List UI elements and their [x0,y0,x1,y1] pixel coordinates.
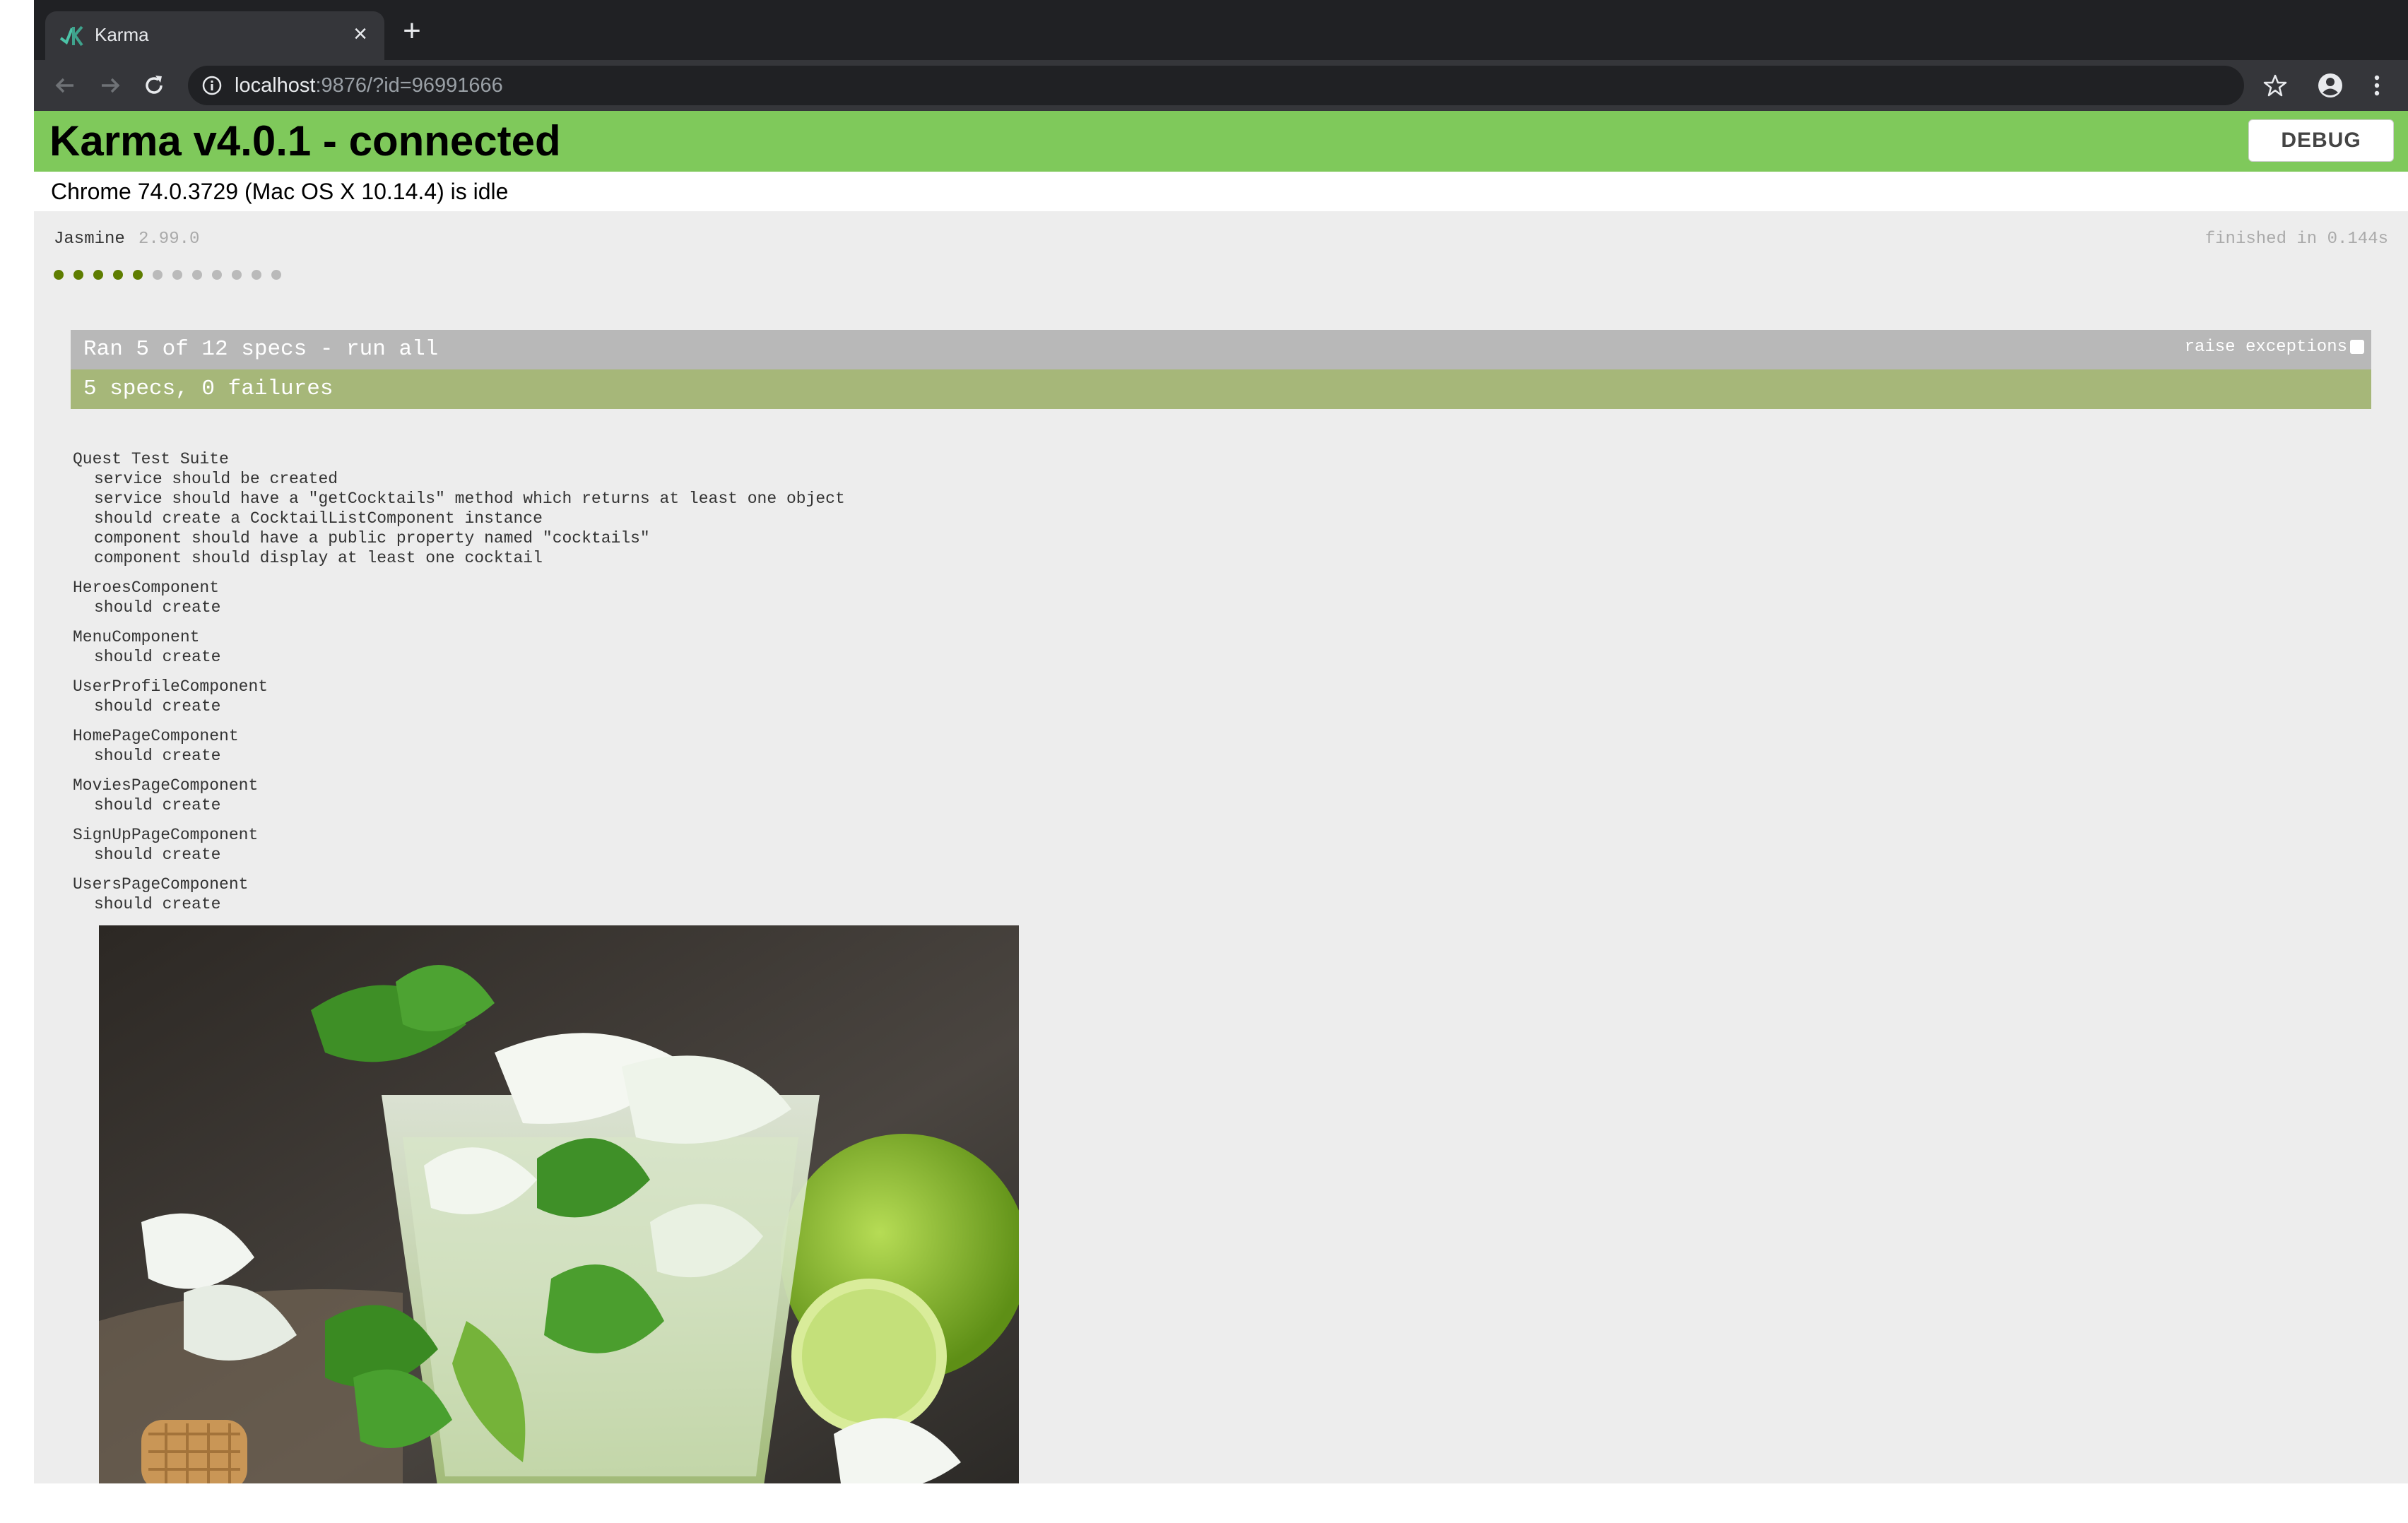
browser-window: Karma × + localhost:9876/?id=96991666 Ka… [34,0,2408,1483]
spec-item[interactable]: should create [73,795,845,815]
spec-item[interactable]: should create [73,746,845,766]
result-summary: 5 specs, 0 failures [83,377,334,401]
spec-item[interactable]: should create a CocktailListComponent in… [73,509,845,528]
raise-exceptions-checkbox[interactable] [2350,340,2364,354]
run-summary[interactable]: Ran 5 of 12 specs - run all [83,336,438,363]
reload-icon[interactable] [140,71,168,100]
spec-item[interactable]: should create [73,894,845,914]
spec-symbol-passed[interactable] [133,270,143,280]
tab-title: Karma [95,24,149,45]
jasmine-title: Jasmine [54,230,125,249]
url-path: :9876/?id=96991666 [315,74,503,97]
spec-symbol-skipped[interactable] [252,270,261,280]
address-bar[interactable]: localhost:9876/?id=96991666 [188,66,2244,105]
spec-symbol-skipped[interactable] [153,270,163,280]
tab-karma[interactable]: Karma × [45,11,384,60]
close-tab-icon[interactable]: × [348,21,373,47]
suite: UserProfileComponent should create [73,677,845,716]
suite-name[interactable]: MenuComponent [73,627,845,647]
suite: HomePageComponent should create [73,726,845,766]
back-arrow-icon[interactable] [51,71,79,100]
spec-symbol-skipped[interactable] [212,270,222,280]
duration-text: finished in 0.144s [2205,230,2388,249]
suite-name[interactable]: UserProfileComponent [73,677,845,697]
raise-exceptions-label: raise exceptions [2184,338,2347,357]
tab-strip: Karma × + [34,0,2408,60]
run-summary-bar: Ran 5 of 12 specs - run all raise except… [71,330,2371,369]
jasmine-version: 2.99.0 [138,230,200,249]
karma-banner: Karma v4.0.1 - connected DEBUG [34,111,2408,172]
page-title: Karma v4.0.1 - connected [49,117,561,165]
spec-item[interactable]: should create [73,647,845,667]
star-icon[interactable] [2261,71,2289,100]
suite-name[interactable]: HomePageComponent [73,726,845,746]
suite-name[interactable]: MoviesPageComponent [73,776,845,795]
spec-item[interactable]: service should be created [73,469,845,489]
new-tab-icon[interactable]: + [398,16,426,47]
browser-status-row: Chrome 74.0.3729 (Mac OS X 10.14.4) is i… [34,172,2408,211]
suite-name[interactable]: Quest Test Suite [73,449,845,469]
spec-symbol-skipped[interactable] [172,270,182,280]
spec-item[interactable]: should create [73,598,845,617]
spec-item[interactable]: service should have a "getCocktails" met… [73,489,845,509]
debug-button[interactable]: DEBUG [2248,119,2394,162]
spec-item[interactable]: should create [73,697,845,716]
suite: MoviesPageComponent should create [73,776,845,815]
spec-symbol-skipped[interactable] [271,270,281,280]
suite-name[interactable]: SignUpPageComponent [73,825,845,845]
spec-item[interactable]: component should have a public property … [73,528,845,548]
browser-toolbar: localhost:9876/?id=96991666 [34,60,2408,111]
suite: MenuComponent should create [73,627,845,667]
spec-symbol-skipped[interactable] [192,270,202,280]
suite: HeroesComponent should create [73,578,845,617]
suite-name[interactable]: UsersPageComponent [73,875,845,894]
kebab-menu-icon[interactable] [2363,71,2391,100]
suite-name[interactable]: HeroesComponent [73,578,845,598]
spec-symbol-passed[interactable] [93,270,103,280]
spec-symbol-passed[interactable] [54,270,64,280]
result-bar: 5 specs, 0 failures [71,369,2371,409]
url-text[interactable]: localhost:9876/?id=96991666 [235,73,503,98]
spec-symbol-passed[interactable] [73,270,83,280]
account-icon[interactable] [2316,71,2344,100]
suite: SignUpPageComponent should create [73,825,845,865]
spec-list: Quest Test Suite service should be create… [73,449,845,924]
info-icon[interactable] [201,74,223,97]
browser-status: Chrome 74.0.3729 (Mac OS X 10.14.4) is i… [51,179,509,204]
url-host: localhost [235,74,316,97]
spec-symbol-passed[interactable] [113,270,123,280]
spec-symbol-skipped[interactable] [232,270,242,280]
spec-item[interactable]: should create [73,845,845,865]
cocktail-image [99,925,1019,1483]
suite: UsersPageComponent should create [73,875,845,914]
karma-logo-icon [59,25,83,47]
suite: Quest Test Suite service should be create… [73,449,845,568]
forward-arrow-icon[interactable] [96,71,124,100]
spec-item[interactable]: component should display at least one co… [73,548,845,568]
